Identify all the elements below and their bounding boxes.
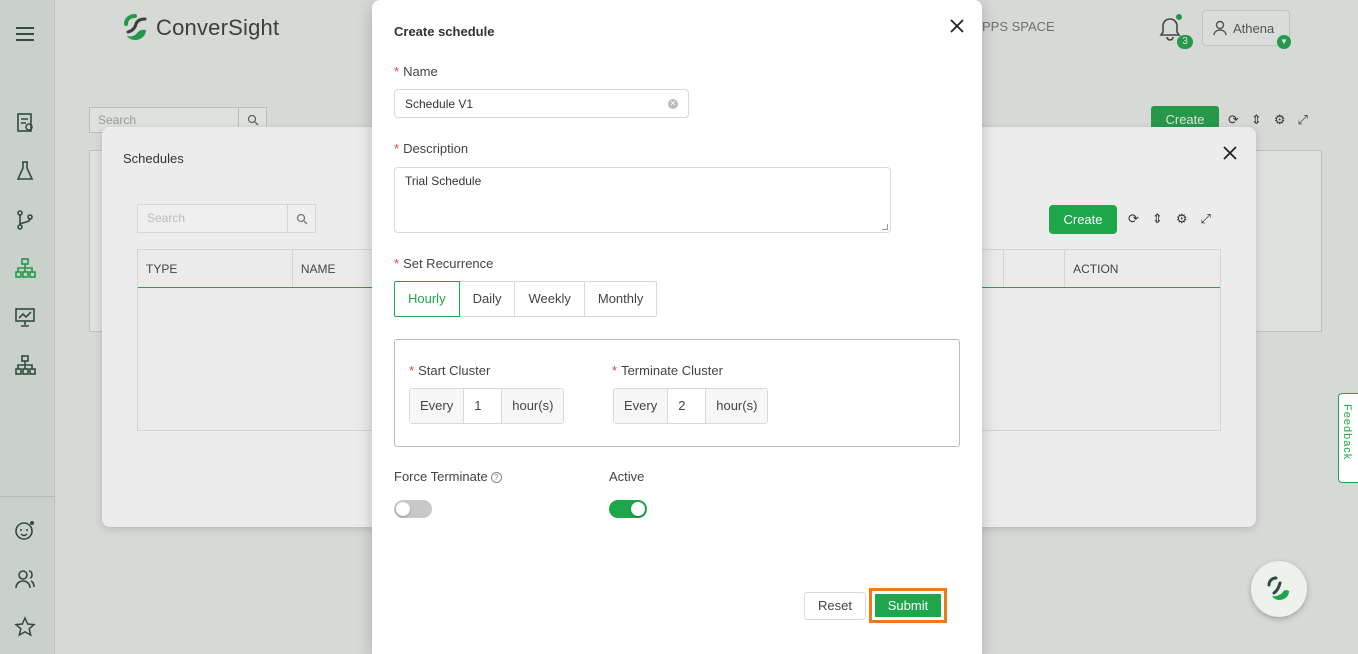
modal-title: Create schedule bbox=[394, 24, 495, 39]
recurrence-segmented-control: Hourly Daily Weekly Monthly bbox=[394, 281, 658, 317]
submit-highlight: Submit bbox=[869, 588, 947, 623]
recurrence-option-monthly[interactable]: Monthly bbox=[583, 281, 658, 317]
resize-grip-icon[interactable] bbox=[882, 224, 888, 230]
submit-button[interactable]: Submit bbox=[875, 594, 941, 617]
gear-icon[interactable]: ⚙ bbox=[1176, 211, 1188, 227]
terminate-cluster-label: * Terminate Cluster bbox=[612, 363, 723, 378]
schedules-create-button[interactable]: Create bbox=[1049, 205, 1117, 234]
start-cluster-label: * Start Cluster bbox=[409, 363, 491, 378]
name-value: Schedule V1 bbox=[405, 96, 474, 111]
schedules-search-placeholder: Search bbox=[147, 211, 186, 225]
force-terminate-toggle[interactable] bbox=[394, 500, 432, 518]
terminate-cluster-suffix: hour(s) bbox=[705, 389, 768, 423]
reset-button[interactable]: Reset bbox=[804, 592, 866, 620]
search-icon[interactable] bbox=[287, 205, 315, 232]
column-header-action: ACTION bbox=[1073, 262, 1119, 276]
create-schedule-modal: Create schedule * Name Schedule V1 ✕ * Des… bbox=[372, 0, 982, 654]
terminate-cluster-hours-input[interactable]: 2 bbox=[668, 389, 706, 423]
refresh-icon[interactable]: ⟳ bbox=[1128, 211, 1139, 227]
terminate-cluster-input-group: Every 2 hour(s) bbox=[613, 388, 769, 424]
description-value: Trial Schedule bbox=[405, 174, 482, 188]
name-label: * Name bbox=[394, 64, 438, 79]
schedules-search-input[interactable]: Search bbox=[137, 204, 316, 233]
recurrence-option-weekly[interactable]: Weekly bbox=[514, 281, 585, 317]
start-cluster-input-group: Every 1 hour(s) bbox=[409, 388, 565, 424]
close-icon[interactable] bbox=[950, 19, 964, 33]
cluster-settings-box: * Start Cluster Every 1 hour(s) * Terminat… bbox=[394, 339, 960, 447]
start-cluster-hours-input[interactable]: 1 bbox=[464, 389, 502, 423]
close-icon[interactable] bbox=[1222, 145, 1238, 161]
fullscreen-icon[interactable]: ⤢ bbox=[1200, 211, 1210, 227]
description-label: * Description bbox=[394, 141, 469, 156]
name-input[interactable]: Schedule V1 ✕ bbox=[394, 89, 689, 118]
chat-bot-icon bbox=[1267, 576, 1289, 600]
force-terminate-label: Force Terminate? bbox=[394, 469, 502, 484]
column-height-icon[interactable]: ⇕ bbox=[1152, 211, 1163, 227]
active-label: Active bbox=[609, 469, 645, 484]
feedback-label: Feedback bbox=[1341, 404, 1353, 461]
chat-assistant-button[interactable] bbox=[1251, 561, 1307, 617]
start-cluster-prefix: Every bbox=[410, 389, 465, 423]
column-header-type[interactable]: TYPE bbox=[138, 250, 293, 287]
schedules-toolbar: ⟳ ⇕ ⚙ ⤢ bbox=[1128, 211, 1211, 227]
clear-icon[interactable]: ✕ bbox=[668, 98, 678, 109]
terminate-cluster-prefix: Every bbox=[614, 389, 669, 423]
schedules-title: Schedules bbox=[123, 151, 184, 166]
feedback-tab[interactable]: Feedback bbox=[1338, 393, 1358, 483]
recurrence-option-hourly[interactable]: Hourly bbox=[394, 281, 460, 317]
active-toggle[interactable] bbox=[609, 500, 647, 518]
recurrence-option-daily[interactable]: Daily bbox=[458, 281, 516, 317]
question-circle-icon[interactable]: ? bbox=[490, 472, 502, 484]
description-textarea[interactable]: Trial Schedule bbox=[394, 167, 891, 233]
recurrence-label: * Set Recurrence bbox=[394, 256, 494, 271]
start-cluster-suffix: hour(s) bbox=[501, 389, 564, 423]
